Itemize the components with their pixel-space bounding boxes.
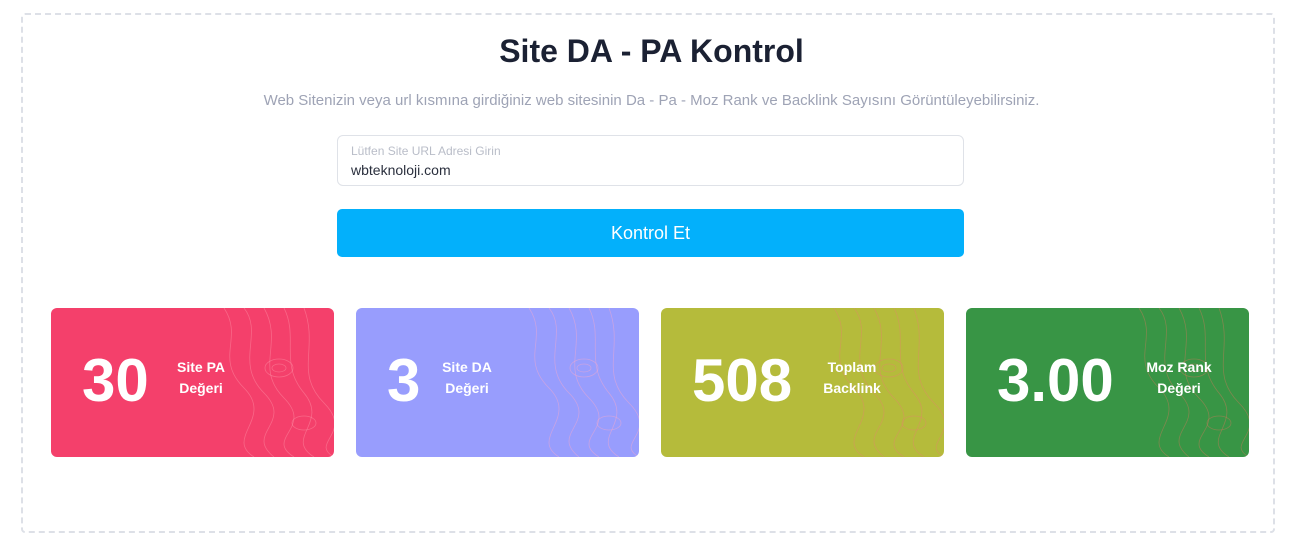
check-button[interactable]: Kontrol Et [337,209,964,257]
stat-label: Site DA Değeri [422,357,512,399]
stat-label-line: Değeri [1157,380,1201,396]
url-field-label: Lütfen Site URL Adresi Girin [351,144,501,158]
stat-value: 3 [387,347,421,414]
stat-card-site-pa: 30 Site PA Değeri [51,308,334,457]
url-field[interactable]: Lütfen Site URL Adresi Girin [337,135,964,186]
stat-card-moz-rank: 3.00 Moz Rank Değeri [966,308,1249,457]
stat-value: 3.00 [997,347,1114,414]
stat-label-line: Değeri [445,380,489,396]
stat-card-total-backlink: 508 Toplam Backlink [661,308,944,457]
stat-label-line: Toplam [827,359,877,375]
stat-value: 508 [692,347,793,414]
page-subtitle: Web Sitenizin veya url kısmına girdiğini… [263,92,1040,109]
url-input[interactable] [351,160,941,180]
stat-label-line: Site PA [177,359,225,375]
stat-value: 30 [82,347,149,414]
stat-label-line: Moz Rank [1146,359,1212,375]
stat-label-line: Site DA [442,359,492,375]
page-title: Site DA - PA Kontrol [499,33,804,69]
stat-label: Moz Rank Değeri [1134,357,1224,399]
stat-label-line: Backlink [823,380,881,396]
stat-card-site-da: 3 Site DA Değeri [356,308,639,457]
stat-label: Toplam Backlink [807,357,897,399]
stat-label-line: Değeri [179,380,223,396]
stat-label: Site PA Değeri [156,357,246,399]
